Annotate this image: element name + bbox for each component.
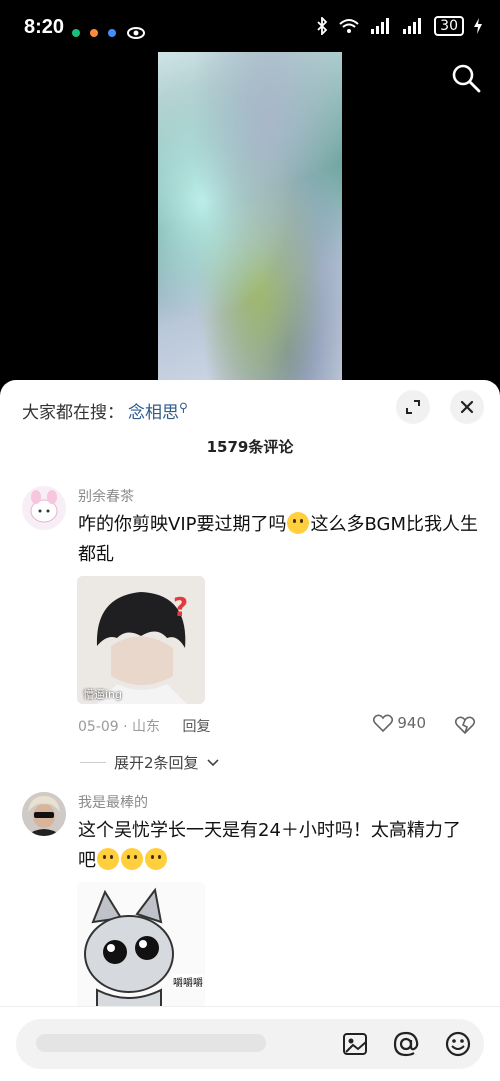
expand-replies[interactable]: 展开2条回复 xyxy=(80,752,219,773)
comment-image[interactable]: 嚼嚼嚼 xyxy=(77,882,205,1010)
comment-image[interactable]: ? 懵逼ing xyxy=(77,576,205,704)
comment-text: 咋的你剪映VIP要过期了吗 这么多BGM比我人生都乱 xyxy=(78,510,478,570)
like-button[interactable]: 940 xyxy=(373,714,426,732)
video-player[interactable] xyxy=(0,52,500,382)
close-icon xyxy=(460,400,474,414)
reply-button[interactable]: 回复 xyxy=(183,719,211,735)
search-icon[interactable] xyxy=(450,62,482,94)
app-notification-icon xyxy=(72,29,80,37)
image-icon[interactable] xyxy=(341,1030,369,1058)
comment-text-part: 咋的你剪映VIP要过期了吗 xyxy=(78,514,287,535)
search-small-icon: ⚲ xyxy=(179,400,188,415)
video-frame[interactable] xyxy=(158,52,342,382)
avatar[interactable] xyxy=(22,792,66,836)
fullscreen-button[interactable] xyxy=(396,390,430,424)
eye-icon xyxy=(127,27,145,39)
status-right: 30 xyxy=(316,16,482,36)
avatar[interactable] xyxy=(22,486,66,530)
signal-icon xyxy=(403,18,422,34)
heart-icon xyxy=(373,714,394,732)
meme-image: ? xyxy=(77,576,205,704)
close-button[interactable] xyxy=(450,390,484,424)
thinking-emoji-icon xyxy=(121,848,143,870)
sticker-image xyxy=(77,882,205,1010)
username[interactable]: 别余春茶 xyxy=(78,486,134,506)
comment-input-bar xyxy=(0,1006,500,1081)
notification-icons xyxy=(72,23,146,43)
comment-sheet: 大家都在搜： 念相思⚲ 1579条评论 别余春茶 咋的你剪映VIP要过期了吗 这么多… xyxy=(0,380,500,1080)
signal-icon xyxy=(371,18,390,34)
bluetooth-icon xyxy=(317,17,328,35)
app-notification-icon xyxy=(90,29,98,37)
image-caption: 嚼嚼嚼 xyxy=(173,974,203,989)
at-icon[interactable] xyxy=(392,1030,420,1058)
svg-text:?: ? xyxy=(173,593,188,623)
avatar-image xyxy=(22,486,66,530)
emoji-icon[interactable] xyxy=(444,1030,472,1058)
hot-search-prefix: 大家都在搜： xyxy=(22,403,124,423)
comment-text: 这个吴忧学长一天是有24＋小时吗！太高精力了吧 xyxy=(78,816,478,876)
hot-search-bar[interactable]: 大家都在搜： 念相思⚲ xyxy=(22,398,188,423)
charging-icon xyxy=(474,18,482,34)
divider-line xyxy=(80,762,106,763)
avatar-image xyxy=(22,792,66,836)
comment-location: 山东 xyxy=(132,719,161,735)
hot-search-keyword[interactable]: 念相思 xyxy=(128,403,179,423)
status-time: 8:20 xyxy=(24,16,65,38)
broken-heart-icon[interactable] xyxy=(454,714,476,736)
username[interactable]: 我是最棒的 xyxy=(78,792,148,812)
comment-date: 05-09 xyxy=(78,719,119,735)
expand-replies-label: 展开2条回复 xyxy=(114,754,199,772)
fullscreen-icon xyxy=(406,400,420,414)
like-count: 940 xyxy=(397,714,426,732)
image-caption: 懵逼ing xyxy=(83,688,123,701)
comment-count: 1579条评论 xyxy=(206,438,294,456)
battery-indicator: 30 xyxy=(434,16,464,36)
status-bar: 8:20 30 xyxy=(0,0,500,56)
chevron-down-icon xyxy=(206,758,219,766)
smile-emoji-icon xyxy=(287,512,310,534)
app-notification-icon xyxy=(108,29,116,37)
comment-meta: 05-09 · 山东 回复 xyxy=(78,719,211,735)
wifi-icon xyxy=(339,19,359,33)
thinking-emoji-icon xyxy=(97,848,119,870)
comment-input-placeholder xyxy=(36,1034,266,1052)
thinking-emoji-icon xyxy=(145,848,167,870)
